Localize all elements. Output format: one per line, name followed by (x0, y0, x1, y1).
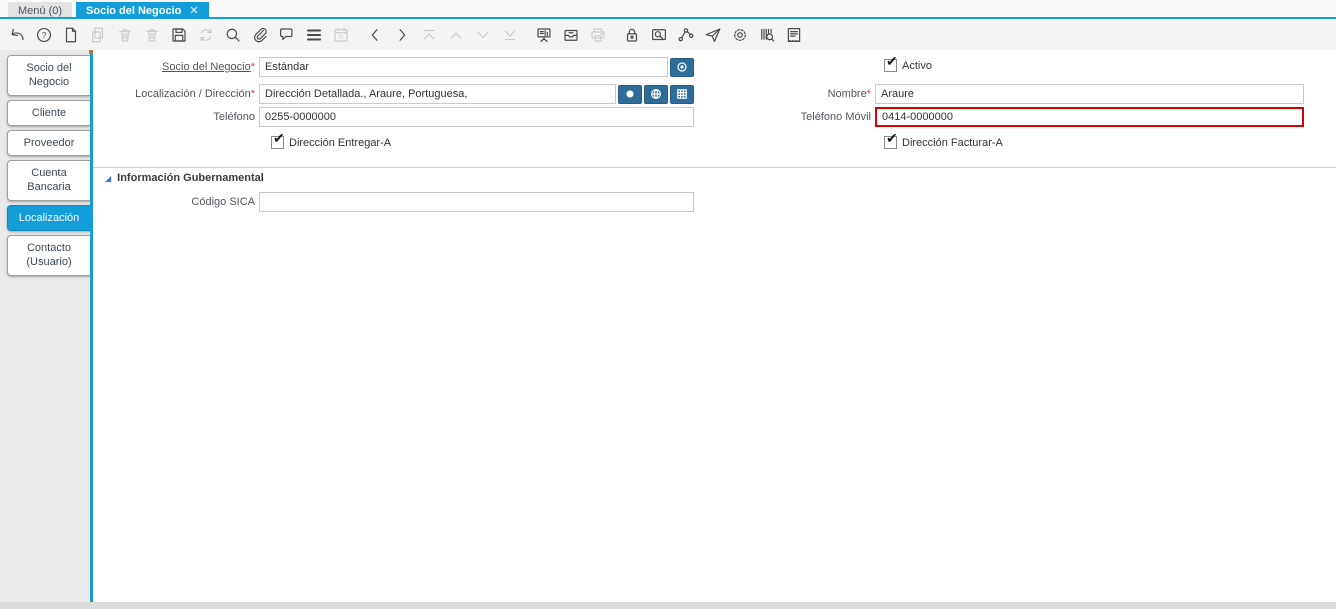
invoice-address-checkbox[interactable]: ✔ (884, 130, 898, 149)
last-record-icon (501, 26, 519, 44)
toolbar: ? 31 (0, 19, 1336, 50)
archive-icon[interactable] (562, 26, 580, 44)
required-asterisk: * (250, 88, 255, 100)
location-map-button[interactable] (644, 84, 668, 104)
sidebar-tab-socio-del-negocio[interactable]: Socio del Negocio (7, 55, 90, 96)
section-header: ◢ Información Gubernamental (105, 172, 264, 184)
svg-text:?: ? (42, 31, 47, 40)
help-icon[interactable]: ? (35, 26, 53, 44)
detail-record-icon (474, 26, 492, 44)
toggle-grid-icon[interactable] (305, 26, 323, 44)
sidebar-tab-localizacion[interactable]: Localización (7, 204, 90, 232)
business-partner-label-link[interactable]: Socio del Negocio (162, 61, 251, 73)
new-record-icon[interactable] (62, 26, 80, 44)
workflow-icon[interactable] (677, 26, 695, 44)
active-label: Activo (902, 59, 932, 72)
location-detail-button[interactable] (670, 84, 694, 104)
section-title: Información Gubernamental (117, 172, 264, 184)
delete-record-icon (116, 26, 134, 44)
sica-input[interactable] (259, 192, 694, 212)
name-label: Nombre* (827, 88, 871, 100)
sidebar-tab-cliente[interactable]: Cliente (7, 99, 90, 126)
mobile-input[interactable] (875, 107, 1304, 127)
checkmark-icon: ✔ (273, 130, 285, 146)
sidebar-tab-label: Localización (18, 211, 80, 224)
section-separator (93, 167, 1336, 168)
refresh-icon (197, 26, 215, 44)
sidebar-tab-label: Contacto (Usuario) (26, 242, 72, 269)
record-info-button[interactable] (670, 57, 694, 77)
sidebar-tab-proveedor[interactable]: Proveedor (7, 129, 90, 157)
phone-input[interactable] (259, 107, 694, 127)
print-icon (589, 26, 607, 44)
save-icon[interactable] (170, 26, 188, 44)
product-info-icon[interactable] (758, 26, 776, 44)
business-partner-label: Socio del Negocio* (99, 61, 259, 73)
mobile-label: Teléfono Móvil (800, 111, 871, 123)
ship-address-label: Dirección Entregar-A (289, 136, 392, 149)
report-icon[interactable] (785, 26, 803, 44)
sidebar-tab-contacto-usuario[interactable]: Contacto (Usuario) (7, 235, 90, 276)
window-tab-bar: Menú (0) Socio del Negocio ✕ (0, 0, 1336, 19)
zoom-across-icon[interactable] (650, 26, 668, 44)
tab-socio-label: Socio del Negocio (86, 4, 182, 17)
business-partner-input[interactable] (259, 57, 668, 77)
phone-label: Teléfono (213, 111, 255, 123)
ship-address-checkbox[interactable]: ✔ (271, 130, 285, 149)
name-input[interactable] (875, 84, 1304, 104)
copy-record-icon (89, 26, 107, 44)
sidebar-tab-label: Cliente (31, 106, 67, 119)
window-bottom-edge (0, 602, 1336, 609)
close-tab-icon[interactable]: ✕ (189, 4, 198, 17)
sidebar: Socio del Negocio Cliente Proveedor Cuen… (0, 50, 90, 602)
checkmark-icon: ✔ (886, 53, 898, 69)
attachment-icon[interactable] (251, 26, 269, 44)
first-record-icon (420, 26, 438, 44)
find-icon[interactable] (224, 26, 242, 44)
location-record-button[interactable] (618, 84, 642, 104)
required-asterisk: * (250, 61, 255, 73)
main-area: Socio del Negocio Cliente Proveedor Cuen… (0, 50, 1336, 602)
calendar-icon: 31 (332, 26, 350, 44)
tabbar-accent-line (0, 17, 1336, 19)
collapse-section-icon[interactable]: ◢ (105, 174, 111, 183)
sidebar-tab-label: Cuenta Bancaria (27, 167, 71, 194)
location-label: Localización / Dirección* (135, 88, 255, 100)
parent-record-icon (447, 26, 465, 44)
preferences-icon[interactable] (731, 26, 749, 44)
checkmark-icon: ✔ (886, 130, 898, 146)
previous-record-icon[interactable] (366, 26, 384, 44)
location-input[interactable] (259, 84, 616, 104)
chat-icon[interactable] (278, 26, 296, 44)
application-window: Menú (0) Socio del Negocio ✕ ? 31 Socio … (0, 0, 1336, 609)
svg-text:31: 31 (338, 35, 344, 41)
sidebar-tab-cuenta-bancaria[interactable]: Cuenta Bancaria (7, 160, 90, 201)
sica-label: Código SICA (191, 196, 255, 208)
sidebar-tab-label: Socio del Negocio (26, 62, 72, 89)
sidebar-tab-label: Proveedor (23, 136, 75, 149)
invoice-address-label: Dirección Facturar-A (902, 136, 1003, 149)
form-content: Socio del Negocio* Localización / Direcc… (93, 50, 1336, 602)
active-checkbox[interactable]: ✔ (884, 53, 898, 72)
undo-icon[interactable] (8, 26, 26, 44)
required-asterisk: * (866, 88, 871, 100)
delete-selection-icon (143, 26, 161, 44)
process-icon[interactable] (535, 26, 553, 44)
lock-icon[interactable] (623, 26, 641, 44)
requests-icon[interactable] (704, 26, 722, 44)
next-record-icon[interactable] (393, 26, 411, 44)
tab-menu-label: Menú (0) (18, 4, 63, 17)
